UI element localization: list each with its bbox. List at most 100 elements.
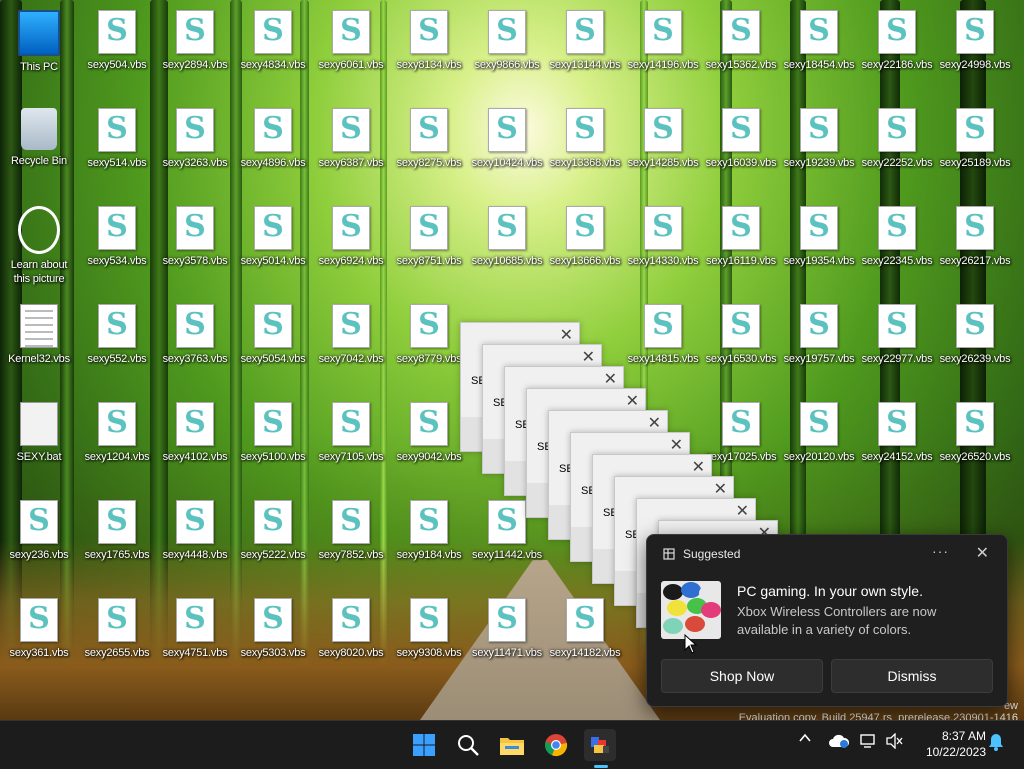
- close-icon[interactable]: ✕: [604, 369, 617, 389]
- desktop-icon-vbs[interactable]: Ssexy13368.vbs: [546, 102, 624, 198]
- clock[interactable]: 8:37 AM 10/22/2023: [910, 728, 986, 760]
- close-icon[interactable]: ✕: [560, 325, 573, 345]
- close-icon[interactable]: ✕: [736, 501, 749, 521]
- desktop-icon-vbs[interactable]: Ssexy514.vbs: [78, 102, 156, 198]
- desktop-icon-vbs[interactable]: Ssexy5222.vbs: [234, 494, 312, 590]
- desktop-icon-vbs[interactable]: Ssexy8779.vbs: [390, 298, 468, 394]
- desktop-icon-vbs[interactable]: Ssexy7042.vbs: [312, 298, 390, 394]
- desktop-icon-vbs[interactable]: Ssexy9184.vbs: [390, 494, 468, 590]
- network-button[interactable]: [860, 733, 878, 752]
- desktop-icon-vbs[interactable]: Ssexy4102.vbs: [156, 396, 234, 492]
- desktop-icon-vbs[interactable]: S sexy236.vbs: [0, 494, 78, 590]
- desktop-icon-vbs[interactable]: Ssexy552.vbs: [78, 298, 156, 394]
- desktop-icon-vbs[interactable]: Ssexy16039.vbs: [702, 102, 780, 198]
- desktop-icon-vbs[interactable]: Ssexy1765.vbs: [78, 494, 156, 590]
- desktop-icon-learn-about-picture[interactable]: Learn about this picture: [0, 200, 78, 296]
- desktop-icon-vbs[interactable]: Ssexy9866.vbs: [468, 4, 546, 100]
- desktop-icon-vbs[interactable]: Ssexy5014.vbs: [234, 200, 312, 296]
- shop-now-button[interactable]: Shop Now: [661, 659, 823, 693]
- desktop-icon-vbs[interactable]: Ssexy3263.vbs: [156, 102, 234, 198]
- running-app-button[interactable]: [584, 729, 616, 761]
- desktop-icon-vbs[interactable]: Ssexy6387.vbs: [312, 102, 390, 198]
- desktop-icon-this-pc[interactable]: This PC: [0, 4, 78, 100]
- desktop-icon-vbs[interactable]: Ssexy24152.vbs: [858, 396, 936, 492]
- desktop-icon-vbs[interactable]: Ssexy22345.vbs: [858, 200, 936, 296]
- desktop-icon-vbs[interactable]: Ssexy9308.vbs: [390, 592, 468, 688]
- desktop-icon-vbs[interactable]: Ssexy25189.vbs: [936, 102, 1014, 198]
- desktop-icon-vbs[interactable]: Ssexy24998.vbs: [936, 4, 1014, 100]
- desktop-icon-vbs[interactable]: Ssexy8134.vbs: [390, 4, 468, 100]
- close-icon[interactable]: ✕: [582, 347, 595, 367]
- desktop-icon-vbs[interactable]: Ssexy534.vbs: [78, 200, 156, 296]
- chrome-button[interactable]: [540, 729, 572, 761]
- desktop-icon-vbs[interactable]: Ssexy2894.vbs: [156, 4, 234, 100]
- desktop-icon-vbs[interactable]: Ssexy14285.vbs: [624, 102, 702, 198]
- desktop[interactable]: This PC Recycle Bin Learn about this pic…: [0, 0, 1024, 720]
- start-button[interactable]: [408, 729, 440, 761]
- desktop-icon-vbs[interactable]: Ssexy16530.vbs: [702, 298, 780, 394]
- desktop-icon-vbs[interactable]: Ssexy26239.vbs: [936, 298, 1014, 394]
- desktop-icon-vbs[interactable]: Ssexy4751.vbs: [156, 592, 234, 688]
- desktop-icon-vbs[interactable]: Ssexy8751.vbs: [390, 200, 468, 296]
- desktop-icon-vbs[interactable]: Ssexy16119.vbs: [702, 200, 780, 296]
- desktop-icon-vbs[interactable]: Ssexy6924.vbs: [312, 200, 390, 296]
- desktop-icon-vbs[interactable]: Ssexy4834.vbs: [234, 4, 312, 100]
- desktop-icon-vbs[interactable]: Ssexy10424.vbs: [468, 102, 546, 198]
- close-icon[interactable]: ✕: [648, 413, 661, 433]
- vbs-script-icon: S: [956, 304, 994, 348]
- onedrive-button[interactable]: [828, 733, 850, 752]
- desktop-icon-vbs[interactable]: Ssexy7105.vbs: [312, 396, 390, 492]
- close-icon[interactable]: ✕: [670, 435, 683, 455]
- dismiss-button[interactable]: Dismiss: [831, 659, 993, 693]
- close-icon[interactable]: ✕: [714, 479, 727, 499]
- desktop-icon-vbs[interactable]: Ssexy22186.vbs: [858, 4, 936, 100]
- desktop-icon-vbs[interactable]: Ssexy14196.vbs: [624, 4, 702, 100]
- desktop-icon-vbs[interactable]: Ssexy11471.vbs: [468, 592, 546, 688]
- desktop-icon-vbs[interactable]: Ssexy26217.vbs: [936, 200, 1014, 296]
- desktop-icon-vbs[interactable]: Ssexy10685.vbs: [468, 200, 546, 296]
- desktop-icon-vbs[interactable]: Ssexy14182.vbs: [546, 592, 624, 688]
- desktop-icon-vbs[interactable]: Ssexy1204.vbs: [78, 396, 156, 492]
- desktop-icon-vbs[interactable]: Ssexy4896.vbs: [234, 102, 312, 198]
- more-options-icon[interactable]: ···: [932, 543, 949, 559]
- notification-toast[interactable]: Suggested ··· ✕ PC gaming. In your own s…: [646, 534, 1008, 707]
- close-icon[interactable]: ✕: [976, 543, 989, 563]
- notifications-button[interactable]: [988, 733, 1004, 754]
- volume-button[interactable]: [886, 732, 904, 752]
- desktop-icon-vbs[interactable]: Ssexy13666.vbs: [546, 200, 624, 296]
- desktop-icon-vbs[interactable]: Ssexy3763.vbs: [156, 298, 234, 394]
- desktop-icon-vbs[interactable]: Ssexy8275.vbs: [390, 102, 468, 198]
- close-icon[interactable]: ✕: [626, 391, 639, 411]
- file-explorer-button[interactable]: [496, 729, 528, 761]
- desktop-icon-vbs[interactable]: Ssexy22252.vbs: [858, 102, 936, 198]
- desktop-icon-vbs[interactable]: Ssexy4448.vbs: [156, 494, 234, 590]
- desktop-icon-vbs[interactable]: Ssexy20120.vbs: [780, 396, 858, 492]
- close-icon[interactable]: ✕: [692, 457, 705, 477]
- desktop-icon-vbs[interactable]: Ssexy13144.vbs: [546, 4, 624, 100]
- desktop-icon-vbs[interactable]: Ssexy3578.vbs: [156, 200, 234, 296]
- desktop-icon-vbs[interactable]: Ssexy22977.vbs: [858, 298, 936, 394]
- show-hidden-icons-button[interactable]: [798, 731, 812, 748]
- desktop-icon-vbs[interactable]: S sexy361.vbs: [0, 592, 78, 688]
- search-button[interactable]: [452, 729, 484, 761]
- desktop-icon-vbs[interactable]: Ssexy19757.vbs: [780, 298, 858, 394]
- desktop-icon-vbs[interactable]: Ssexy5054.vbs: [234, 298, 312, 394]
- desktop-icon-vbs[interactable]: Ssexy504.vbs: [78, 4, 156, 100]
- desktop-icon-vbs[interactable]: Ssexy6061.vbs: [312, 4, 390, 100]
- desktop-icon-vbs[interactable]: Ssexy5303.vbs: [234, 592, 312, 688]
- desktop-icon-kernel32[interactable]: Kernel32.vbs: [0, 298, 78, 394]
- desktop-icon-vbs[interactable]: Ssexy8020.vbs: [312, 592, 390, 688]
- desktop-icon-vbs[interactable]: Ssexy26520.vbs: [936, 396, 1014, 492]
- desktop-icon-vbs[interactable]: Ssexy5100.vbs: [234, 396, 312, 492]
- desktop-icon-sexy-bat[interactable]: SEXY.bat: [0, 396, 78, 492]
- desktop-icon-vbs[interactable]: Ssexy2655.vbs: [78, 592, 156, 688]
- desktop-icon-vbs[interactable]: Ssexy7852.vbs: [312, 494, 390, 590]
- desktop-icon-vbs[interactable]: Ssexy15362.vbs: [702, 4, 780, 100]
- desktop-icon-vbs[interactable]: Ssexy19239.vbs: [780, 102, 858, 198]
- desktop-icon-vbs[interactable]: Ssexy14330.vbs: [624, 200, 702, 296]
- desktop-icon-vbs[interactable]: Ssexy19354.vbs: [780, 200, 858, 296]
- desktop-icon-vbs[interactable]: Ssexy9042.vbs: [390, 396, 468, 492]
- desktop-icon-vbs[interactable]: Ssexy14815.vbs: [624, 298, 702, 394]
- desktop-icon-recycle-bin[interactable]: Recycle Bin: [0, 102, 78, 198]
- desktop-icon-vbs[interactable]: Ssexy18454.vbs: [780, 4, 858, 100]
